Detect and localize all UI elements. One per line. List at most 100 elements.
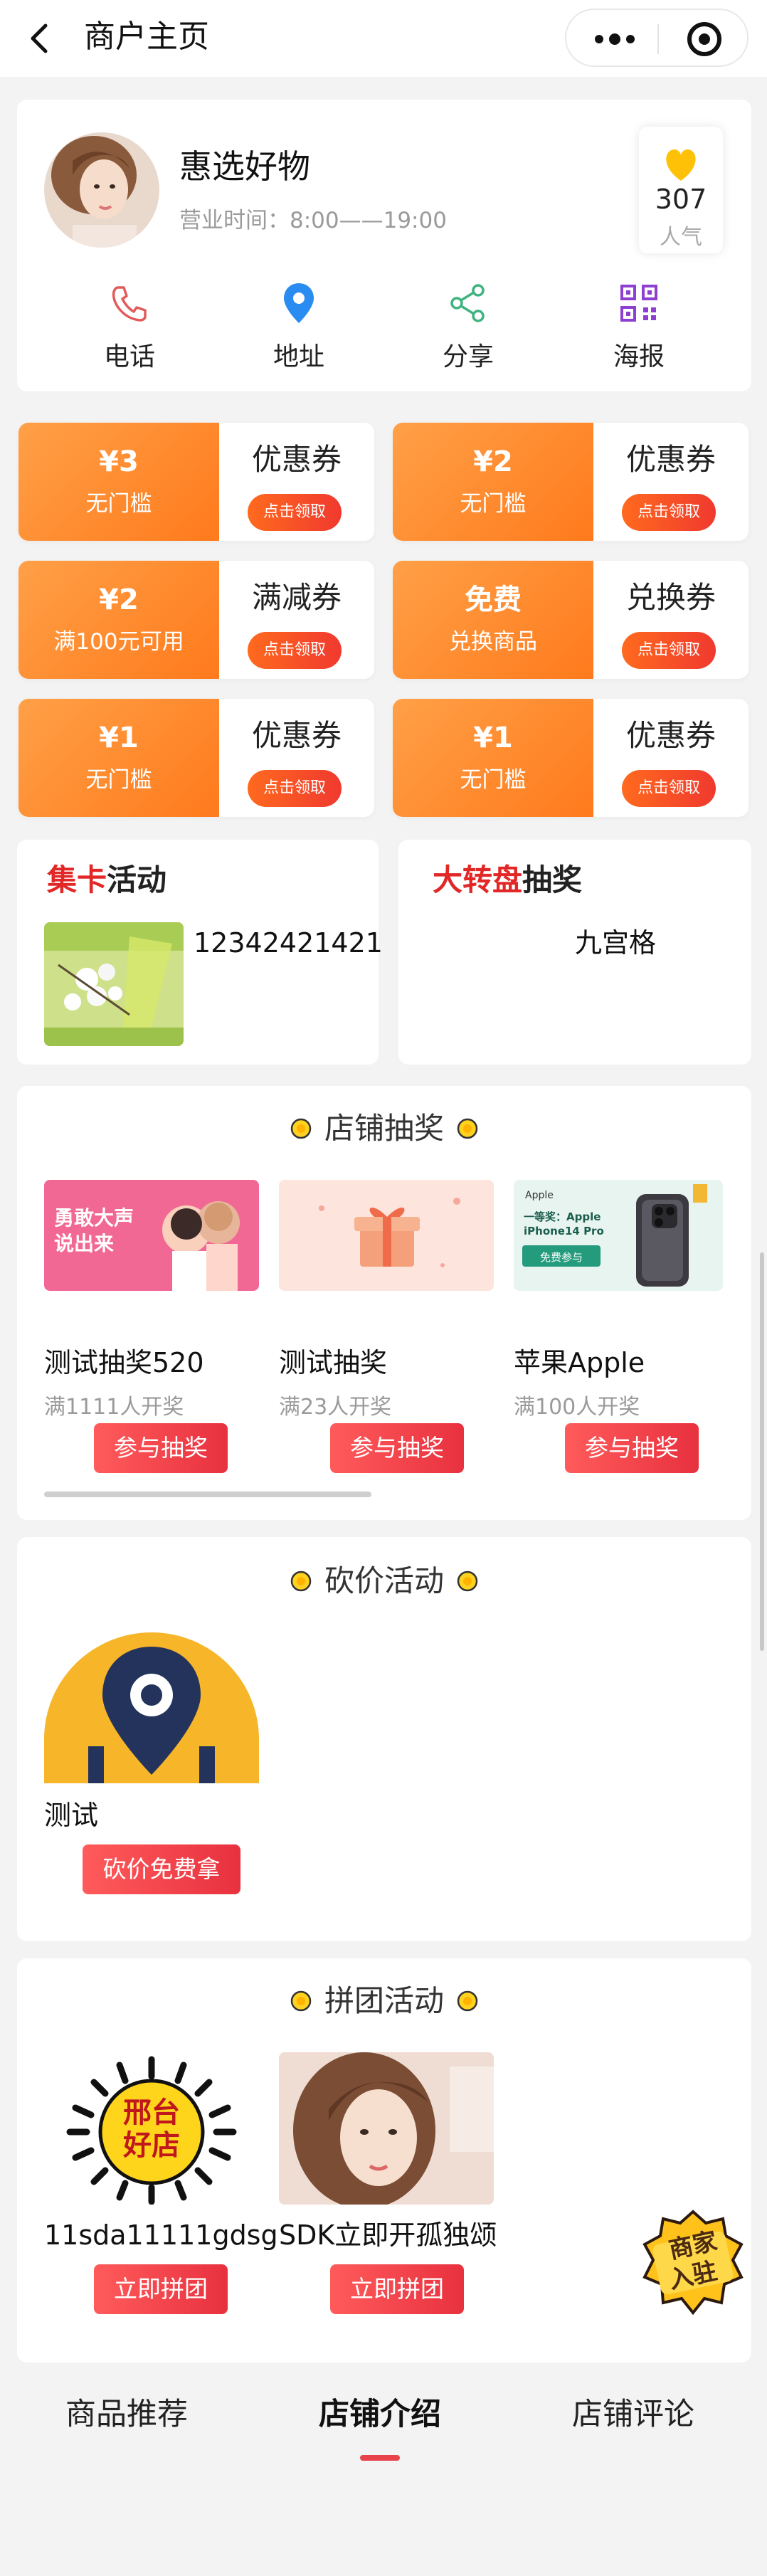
apple-brand-label: Apple bbox=[525, 1190, 554, 1201]
lottery-item-name: 测试抽奖 bbox=[279, 1347, 388, 1378]
close-miniprogram-button[interactable] bbox=[670, 14, 739, 64]
back-arrow-icon bbox=[31, 23, 48, 53]
more-dots-icon bbox=[595, 33, 635, 45]
apple-free-label: 免费参与 bbox=[539, 1251, 583, 1264]
location-pin-icon bbox=[284, 283, 314, 323]
group-item-name: 11sda11111gdsg bbox=[44, 2219, 278, 2251]
join-lottery-button[interactable]: 参与抽奖 bbox=[330, 1423, 464, 1473]
lottery-item-image[interactable]: Apple 一等奖：Apple iPhone14 Pro 免费参与 bbox=[514, 1180, 723, 1291]
coupon-type: 满减券 bbox=[251, 580, 342, 615]
claim-coupon-button[interactable]: 点击领取 bbox=[248, 494, 342, 531]
coupon-card: ¥1 无门槛 优惠券 点击领取 bbox=[18, 699, 374, 817]
tab-product-recommend[interactable]: 商品推荐 bbox=[20, 2394, 233, 2435]
coupon-amount: ¥1 bbox=[473, 722, 513, 754]
merchant-join-badge[interactable]: 商家 入驻 bbox=[638, 2207, 749, 2318]
lottery-horizontal-scrollbar[interactable] bbox=[44, 1492, 371, 1497]
lottery-item-condition: 满23人开奖 bbox=[279, 1395, 392, 1420]
shop-name: 惠选好物 bbox=[179, 147, 310, 186]
coupon-card: ¥2 无门槛 优惠券 点击领取 bbox=[393, 423, 749, 541]
coupon-type: 优惠券 bbox=[625, 718, 716, 753]
join-group-button[interactable]: 立即拼团 bbox=[330, 2264, 464, 2314]
card-collect-image bbox=[44, 922, 184, 1046]
nine-grid-item-text[interactable]: 九宫格 bbox=[575, 925, 656, 961]
hours-value: 8:00——19:00 bbox=[290, 208, 447, 233]
tab-shop-reviews[interactable]: 店铺评论 bbox=[527, 2394, 740, 2435]
active-tab-indicator bbox=[360, 2455, 400, 2461]
portrait-image bbox=[279, 2052, 494, 2205]
yellow-dot-icon bbox=[290, 1571, 312, 1592]
claim-coupon-button[interactable]: 点击领取 bbox=[622, 632, 716, 669]
page-scrollbar[interactable] bbox=[760, 1252, 764, 1651]
coupon-condition: 无门槛 bbox=[460, 767, 527, 793]
lottery-item-image[interactable]: 勇敢大声说出来 bbox=[44, 1180, 259, 1291]
coupon-value-panel: ¥2 无门槛 bbox=[393, 423, 593, 541]
join-lottery-button[interactable]: 参与抽奖 bbox=[565, 1423, 699, 1473]
lottery-520-image-caption: 勇敢大声说出来 bbox=[54, 1206, 134, 1255]
lottery-item-image[interactable] bbox=[279, 1180, 494, 1291]
shop-avatar[interactable] bbox=[44, 132, 159, 248]
coupon-value-panel: ¥1 无门槛 bbox=[393, 699, 593, 817]
join-lottery-button[interactable]: 参与抽奖 bbox=[94, 1423, 228, 1473]
coupon-amount: ¥1 bbox=[99, 722, 139, 754]
coupon-value-panel: ¥3 无门槛 bbox=[18, 423, 219, 541]
coupon-amount: ¥3 bbox=[99, 445, 139, 478]
gift-box-image bbox=[279, 1180, 494, 1291]
coupon-condition: 无门槛 bbox=[85, 491, 152, 517]
wheel-lottery-title-highlight: 大转盘 bbox=[433, 862, 523, 897]
address-label: 地址 bbox=[273, 342, 324, 371]
claim-coupon-button[interactable]: 点击领取 bbox=[622, 494, 716, 531]
apple-prize-caption: 一等奖：Apple iPhone14 Pro bbox=[524, 1210, 604, 1237]
capsule-divider bbox=[657, 24, 659, 54]
coupon-card: ¥2 满100元可用 满减券 点击领取 bbox=[18, 561, 374, 679]
lottery-item-name: 测试抽奖520 bbox=[44, 1347, 204, 1378]
nav-bar: 商户主页 bbox=[0, 0, 767, 77]
share-action[interactable]: 分享 bbox=[411, 280, 525, 373]
lottery-item-condition: 满1111人开奖 bbox=[44, 1395, 184, 1420]
coupon-value-panel: 免费 兑换商品 bbox=[393, 561, 593, 679]
popularity-count: 307 bbox=[655, 184, 707, 215]
hours-label: 营业时间： bbox=[179, 208, 290, 233]
poster-action[interactable]: 海报 bbox=[582, 280, 696, 373]
popularity-box[interactable]: 307 人气 bbox=[639, 127, 723, 253]
claim-coupon-button[interactable]: 点击领取 bbox=[248, 632, 342, 669]
shop-tabs: 商品推荐 店铺介绍 店铺评论 bbox=[0, 2372, 767, 2472]
coupon-card: 免费 兑换商品 兑换券 点击领取 bbox=[393, 561, 749, 679]
bargain-item-name: 测试 bbox=[44, 1800, 99, 1831]
claim-coupon-button[interactable]: 点击领取 bbox=[248, 770, 342, 807]
back-button[interactable] bbox=[26, 19, 54, 58]
shop-lottery-header: 店铺抽奖 bbox=[17, 1107, 751, 1150]
coupon-value-panel: ¥1 无门槛 bbox=[18, 699, 219, 817]
phone-icon bbox=[112, 286, 147, 322]
coupon-type: 优惠券 bbox=[251, 718, 342, 753]
coupon-amount: ¥2 bbox=[473, 445, 513, 478]
coupon-condition: 无门槛 bbox=[460, 491, 527, 517]
group-item-image[interactable]: 邢台好店 bbox=[44, 2052, 259, 2205]
bargain-item-image[interactable] bbox=[44, 1632, 259, 1783]
share-icon bbox=[450, 284, 485, 322]
coupon-type: 兑换券 bbox=[625, 580, 716, 615]
coupon-amount: ¥2 bbox=[99, 584, 139, 616]
target-close-icon bbox=[687, 22, 721, 56]
join-group-button[interactable]: 立即拼团 bbox=[94, 2264, 228, 2314]
claim-coupon-button[interactable]: 点击领取 bbox=[622, 770, 716, 807]
more-menu-button[interactable] bbox=[578, 14, 649, 64]
card-collect-item-text[interactable]: 12342421421 bbox=[194, 925, 383, 961]
card-collect-thumbnail[interactable] bbox=[44, 922, 184, 1046]
coupon-condition: 无门槛 bbox=[85, 767, 152, 793]
coupon-type: 优惠券 bbox=[625, 442, 716, 477]
mini-program-code-caption: 邢台好店 bbox=[123, 2096, 180, 2162]
card-collect-title: 集卡活动 bbox=[47, 861, 166, 899]
lottery-item-condition: 满100人开奖 bbox=[514, 1395, 640, 1420]
phone-action[interactable]: 电话 bbox=[73, 280, 186, 373]
card-collect-title-highlight: 集卡 bbox=[47, 862, 107, 897]
address-action[interactable]: 地址 bbox=[242, 280, 356, 373]
group-item-image[interactable] bbox=[279, 2052, 494, 2205]
coupon-condition: 兑换商品 bbox=[449, 629, 537, 655]
tab-shop-intro[interactable]: 店铺介绍 bbox=[273, 2394, 487, 2435]
bargain-free-button[interactable]: 砍价免费拿 bbox=[83, 1844, 240, 1894]
poster-label: 海报 bbox=[613, 342, 665, 371]
shop-avatar-image bbox=[44, 132, 159, 248]
yellow-dot-icon bbox=[457, 1990, 478, 2012]
yellow-dot-icon bbox=[457, 1571, 478, 1592]
phone-label: 电话 bbox=[103, 342, 155, 371]
